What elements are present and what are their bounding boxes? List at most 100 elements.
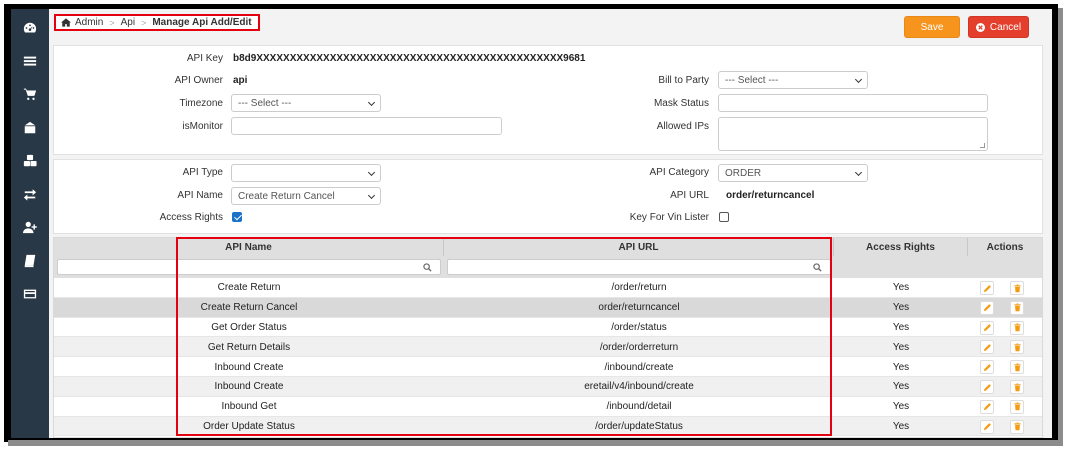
search-icon <box>423 263 432 272</box>
api-url-value: order/returncancel <box>726 190 815 201</box>
user-add-icon <box>23 222 37 234</box>
pencil-icon <box>983 363 991 371</box>
timezone-label: Timezone <box>179 98 223 109</box>
delete-button[interactable] <box>1010 399 1024 414</box>
api-url-cell: /inbound/create <box>604 361 674 373</box>
api-url-cell: /inbound/detail <box>606 401 672 413</box>
allowed-ips-textarea[interactable] <box>718 117 988 151</box>
column-header-api-name[interactable]: API Name <box>54 238 444 256</box>
close-circle-icon <box>975 22 985 32</box>
main-content: Admin > Api > Manage Api Add/Edit Save C… <box>49 9 1052 438</box>
list-icon <box>23 56 37 66</box>
table-row[interactable]: Order Update Status /order/updateStatus … <box>54 416 1042 437</box>
breadcrumb-current: Manage Api Add/Edit <box>152 17 252 28</box>
edit-button[interactable] <box>980 300 994 315</box>
pencil-icon <box>983 284 991 292</box>
api-url-cell: /order/updateStatus <box>595 420 683 432</box>
delete-button[interactable] <box>1010 281 1024 295</box>
key-for-vin-lister-label: Key For Vin Lister <box>629 212 709 223</box>
access-rights-checkbox[interactable] <box>232 212 242 222</box>
frame-shadow <box>8 440 1062 446</box>
api-url-filter-input[interactable] <box>447 259 831 275</box>
allowed-ips-label: Allowed IPs <box>656 121 709 132</box>
api-name-select-value: Create Return Cancel <box>238 190 335 202</box>
sidebar-item-dashboard[interactable] <box>11 11 49 44</box>
pencil-icon <box>983 304 991 312</box>
inventory-icon <box>24 121 36 133</box>
trash-icon <box>1013 402 1021 411</box>
sidebar-item-book[interactable] <box>11 244 49 277</box>
pencil-icon <box>983 324 991 332</box>
api-category-select-value: ORDER <box>725 167 762 179</box>
edit-button[interactable] <box>980 360 994 375</box>
resize-handle[interactable] <box>980 143 985 148</box>
edit-button[interactable] <box>980 320 994 335</box>
access-rights-cell: Yes <box>892 381 910 393</box>
table-row[interactable]: Create Return Cancel order/returncancel … <box>54 297 1042 318</box>
sidebar-item-list[interactable] <box>11 44 49 77</box>
sidebar-item-cubes[interactable] <box>11 144 49 177</box>
table-row[interactable]: Get Return Details /order/orderreturn Ye… <box>54 337 1042 358</box>
access-rights-cell: Yes <box>892 321 910 333</box>
column-header-api-url[interactable]: API URL <box>444 238 834 256</box>
edit-button[interactable] <box>980 399 994 414</box>
key-for-vin-lister-checkbox[interactable] <box>719 212 729 222</box>
access-rights-cell: Yes <box>892 302 910 314</box>
api-table: API Name API URL Access Rights Actions C… <box>53 237 1043 438</box>
cancel-button-label: Cancel <box>989 21 1022 33</box>
api-url-cell: eretail/v4/inbound/create <box>584 381 694 393</box>
mask-status-field[interactable] <box>718 94 988 112</box>
trash-icon <box>1013 343 1021 352</box>
table-row[interactable]: Inbound Get /inbound/detail Yes <box>54 397 1042 417</box>
sidebar-item-card[interactable] <box>11 277 49 310</box>
edit-button[interactable] <box>980 419 994 434</box>
delete-button[interactable] <box>1010 419 1024 434</box>
breadcrumb-separator: > <box>141 17 147 28</box>
delete-button[interactable] <box>1010 340 1024 355</box>
delete-button[interactable] <box>1010 380 1024 394</box>
trash-icon <box>1013 323 1021 332</box>
api-type-select[interactable] <box>231 164 381 182</box>
api-name-select[interactable]: Create Return Cancel <box>231 187 381 205</box>
bill-to-party-select[interactable]: --- Select --- <box>718 71 868 89</box>
delete-button[interactable] <box>1010 320 1024 335</box>
api-category-select[interactable]: ORDER <box>718 164 868 182</box>
breadcrumb-api[interactable]: Api <box>121 17 135 28</box>
table-row[interactable]: Inbound Create /inbound/create Yes <box>54 357 1042 377</box>
mask-status-label: Mask Status <box>653 98 709 109</box>
cancel-button[interactable]: Cancel <box>968 16 1029 38</box>
sidebar-item-users[interactable] <box>11 211 49 244</box>
is-monitor-field[interactable] <box>231 117 502 135</box>
column-header-actions: Actions <box>986 241 1024 253</box>
save-button[interactable]: Save <box>904 16 960 38</box>
home-icon[interactable] <box>61 18 71 27</box>
access-rights-cell: Yes <box>892 361 910 373</box>
column-header-access-rights[interactable]: Access Rights <box>834 238 968 256</box>
cubes-icon <box>23 154 37 167</box>
breadcrumb-admin[interactable]: Admin <box>75 17 103 28</box>
sidebar-item-exchange[interactable] <box>11 177 49 210</box>
table-row[interactable]: Create Return /order/return Yes <box>54 278 1042 298</box>
api-name-cell: Inbound Create <box>214 381 284 393</box>
sidebar-item-cart[interactable] <box>11 78 49 111</box>
api-name-filter-input[interactable] <box>57 259 441 275</box>
api-details-panel: API Key b8d9XXXXXXXXXXXXXXXXXXXXXXXXXXXX… <box>53 45 1043 155</box>
delete-button[interactable] <box>1010 360 1024 375</box>
edit-button[interactable] <box>980 281 994 295</box>
delete-button[interactable] <box>1010 300 1024 315</box>
sidebar <box>11 9 49 438</box>
is-monitor-label: isMonitor <box>182 121 223 132</box>
api-name-cell: Order Update Status <box>203 420 295 432</box>
edit-button[interactable] <box>980 340 994 355</box>
sidebar-item-inventory[interactable] <box>11 111 49 144</box>
frame-shadow <box>1058 8 1063 446</box>
api-type-label: API Type <box>182 167 223 178</box>
api-url-cell: /order/orderreturn <box>599 341 679 353</box>
api-key-value: b8d9XXXXXXXXXXXXXXXXXXXXXXXXXXXXXXXXXXXX… <box>233 53 586 64</box>
edit-button[interactable] <box>980 380 994 394</box>
table-row[interactable]: Inbound Create eretail/v4/inbound/create… <box>54 377 1042 397</box>
timezone-select[interactable]: --- Select --- <box>231 94 381 112</box>
table-row[interactable]: Get Order Status /order/status Yes <box>54 318 1042 338</box>
timezone-select-value: --- Select --- <box>238 97 292 109</box>
access-rights-label: Access Rights <box>159 212 223 223</box>
